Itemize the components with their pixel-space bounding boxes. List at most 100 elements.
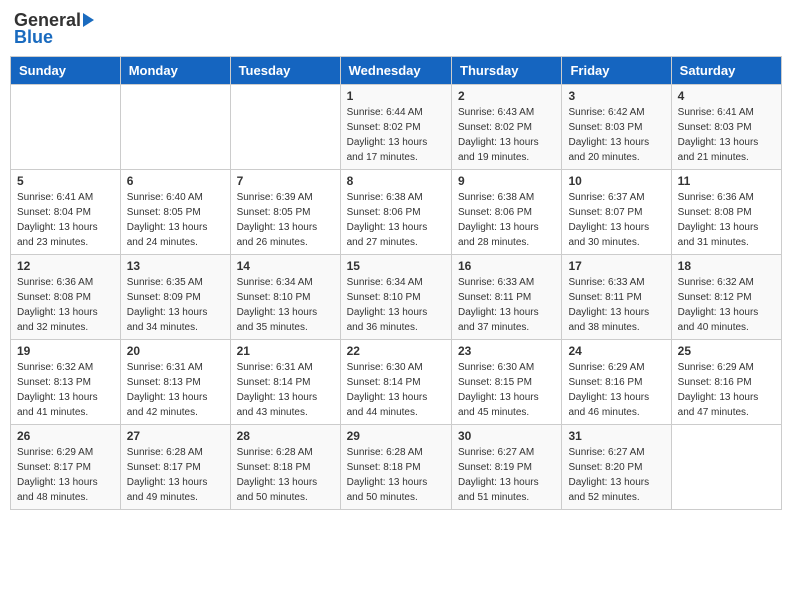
cell-date-number: 4 xyxy=(678,89,775,103)
calendar-cell: 28Sunrise: 6:28 AMSunset: 8:18 PMDayligh… xyxy=(230,425,340,510)
cell-date-number: 27 xyxy=(127,429,224,443)
cell-info: Sunrise: 6:41 AMSunset: 8:03 PMDaylight:… xyxy=(678,105,775,165)
calendar-cell xyxy=(671,425,781,510)
cell-date-number: 11 xyxy=(678,174,775,188)
cell-info: Sunrise: 6:44 AMSunset: 8:02 PMDaylight:… xyxy=(347,105,445,165)
calendar-cell: 23 Sunrise: 6:30 AMSunset: 8:15 PMDayligh… xyxy=(452,340,562,425)
cell-info: Sunrise: 6:33 AMSunset: 8:11 PMDaylight:… xyxy=(568,275,664,335)
calendar-cell: 3 Sunrise: 6:42 AMSunset: 8:03 PMDaylight… xyxy=(562,85,671,170)
day-header-saturday: Saturday xyxy=(671,57,781,85)
logo-arrow-icon xyxy=(83,13,94,27)
cell-info: Sunrise: 6:42 AMSunset: 8:03 PMDaylight:… xyxy=(568,105,664,165)
cell-date-number: 8 xyxy=(347,174,445,188)
cell-info: Sunrise: 6:29 AMSunset: 8:16 PMDaylight:… xyxy=(678,360,775,420)
cell-date-number: 24 xyxy=(568,344,664,358)
calendar-cell: 4 Sunrise: 6:41 AMSunset: 8:03 PMDaylight… xyxy=(671,85,781,170)
calendar-cell: 14 Sunrise: 6:34 AMSunset: 8:10 PMDayligh… xyxy=(230,255,340,340)
calendar-cell: 12 Sunrise: 6:36 AMSunset: 8:08 PMDayligh… xyxy=(11,255,121,340)
cell-date-number: 6 xyxy=(127,174,224,188)
cell-info: Sunrise: 6:34 AMSunset: 8:10 PMDaylight:… xyxy=(347,275,445,335)
calendar-cell: 21 Sunrise: 6:31 AMSunset: 8:14 PMDayligh… xyxy=(230,340,340,425)
calendar-header-row: SundayMondayTuesdayWednesdayThursdayFrid… xyxy=(11,57,782,85)
cell-date-number: 26 xyxy=(17,429,114,443)
calendar-cell: 13Sunrise: 6:35 AMSunset: 8:09 PMDayligh… xyxy=(120,255,230,340)
calendar-cell: 15 Sunrise: 6:34 AMSunset: 8:10 PMDayligh… xyxy=(340,255,451,340)
cell-date-number: 15 xyxy=(347,259,445,273)
calendar-cell: 18 Sunrise: 6:32 AMSunset: 8:12 PMDayligh… xyxy=(671,255,781,340)
cell-info: Sunrise: 6:38 AMSunset: 8:06 PMDaylight:… xyxy=(458,190,555,250)
cell-info: Sunrise: 6:37 AMSunset: 8:07 PMDaylight:… xyxy=(568,190,664,250)
day-header-sunday: Sunday xyxy=(11,57,121,85)
calendar-cell: 6 Sunrise: 6:40 AMSunset: 8:05 PMDaylight… xyxy=(120,170,230,255)
calendar-cell: 9 Sunrise: 6:38 AMSunset: 8:06 PMDaylight… xyxy=(452,170,562,255)
day-header-friday: Friday xyxy=(562,57,671,85)
cell-info: Sunrise: 6:27 AMSunset: 8:20 PMDaylight:… xyxy=(568,445,664,505)
cell-date-number: 31 xyxy=(568,429,664,443)
cell-info: Sunrise: 6:43 AMSunset: 8:02 PMDaylight:… xyxy=(458,105,555,165)
cell-date-number: 12 xyxy=(17,259,114,273)
logo: General Blue xyxy=(14,10,96,48)
cell-info: Sunrise: 6:31 AMSunset: 8:14 PMDaylight:… xyxy=(237,360,334,420)
calendar-cell: 26 Sunrise: 6:29 AMSunset: 8:17 PMDayligh… xyxy=(11,425,121,510)
logo-blue-text: Blue xyxy=(14,27,53,48)
cell-info: Sunrise: 6:31 AMSunset: 8:13 PMDaylight:… xyxy=(127,360,224,420)
cell-info: Sunrise: 6:34 AMSunset: 8:10 PMDaylight:… xyxy=(237,275,334,335)
calendar-cell: 1 Sunrise: 6:44 AMSunset: 8:02 PMDaylight… xyxy=(340,85,451,170)
cell-info: Sunrise: 6:30 AMSunset: 8:14 PMDaylight:… xyxy=(347,360,445,420)
calendar-cell: 17 Sunrise: 6:33 AMSunset: 8:11 PMDayligh… xyxy=(562,255,671,340)
calendar-cell: 10Sunrise: 6:37 AMSunset: 8:07 PMDayligh… xyxy=(562,170,671,255)
cell-info: Sunrise: 6:32 AMSunset: 8:12 PMDaylight:… xyxy=(678,275,775,335)
calendar-cell xyxy=(120,85,230,170)
calendar-cell: 2 Sunrise: 6:43 AMSunset: 8:02 PMDaylight… xyxy=(452,85,562,170)
cell-date-number: 1 xyxy=(347,89,445,103)
calendar-week-row: 19Sunrise: 6:32 AMSunset: 8:13 PMDayligh… xyxy=(11,340,782,425)
day-header-monday: Monday xyxy=(120,57,230,85)
day-header-thursday: Thursday xyxy=(452,57,562,85)
cell-info: Sunrise: 6:41 AMSunset: 8:04 PMDaylight:… xyxy=(17,190,114,250)
cell-date-number: 29 xyxy=(347,429,445,443)
calendar-cell: 7 Sunrise: 6:39 AMSunset: 8:05 PMDaylight… xyxy=(230,170,340,255)
cell-info: Sunrise: 6:39 AMSunset: 8:05 PMDaylight:… xyxy=(237,190,334,250)
calendar-cell: 29 Sunrise: 6:28 AMSunset: 8:18 PMDayligh… xyxy=(340,425,451,510)
day-header-tuesday: Tuesday xyxy=(230,57,340,85)
cell-date-number: 3 xyxy=(568,89,664,103)
cell-info: Sunrise: 6:36 AMSunset: 8:08 PMDaylight:… xyxy=(17,275,114,335)
cell-date-number: 16 xyxy=(458,259,555,273)
cell-date-number: 23 xyxy=(458,344,555,358)
cell-info: Sunrise: 6:30 AMSunset: 8:15 PMDaylight:… xyxy=(458,360,555,420)
cell-date-number: 9 xyxy=(458,174,555,188)
cell-info: Sunrise: 6:38 AMSunset: 8:06 PMDaylight:… xyxy=(347,190,445,250)
calendar-cell: 27 Sunrise: 6:28 AMSunset: 8:17 PMDayligh… xyxy=(120,425,230,510)
cell-info: Sunrise: 6:36 AMSunset: 8:08 PMDaylight:… xyxy=(678,190,775,250)
cell-info: Sunrise: 6:29 AMSunset: 8:17 PMDaylight:… xyxy=(17,445,114,505)
calendar-week-row: 12 Sunrise: 6:36 AMSunset: 8:08 PMDayligh… xyxy=(11,255,782,340)
cell-info: Sunrise: 6:32 AMSunset: 8:13 PMDaylight:… xyxy=(17,360,114,420)
calendar-cell: 8 Sunrise: 6:38 AMSunset: 8:06 PMDaylight… xyxy=(340,170,451,255)
calendar-cell: 31 Sunrise: 6:27 AMSunset: 8:20 PMDayligh… xyxy=(562,425,671,510)
calendar-week-row: 1 Sunrise: 6:44 AMSunset: 8:02 PMDaylight… xyxy=(11,85,782,170)
cell-info: Sunrise: 6:28 AMSunset: 8:18 PMDaylight:… xyxy=(237,445,334,505)
cell-info: Sunrise: 6:35 AMSunset: 8:09 PMDaylight:… xyxy=(127,275,224,335)
cell-date-number: 14 xyxy=(237,259,334,273)
cell-info: Sunrise: 6:28 AMSunset: 8:18 PMDaylight:… xyxy=(347,445,445,505)
calendar-cell: 5Sunrise: 6:41 AMSunset: 8:04 PMDaylight… xyxy=(11,170,121,255)
cell-info: Sunrise: 6:27 AMSunset: 8:19 PMDaylight:… xyxy=(458,445,555,505)
day-header-wednesday: Wednesday xyxy=(340,57,451,85)
calendar-cell: 24 Sunrise: 6:29 AMSunset: 8:16 PMDayligh… xyxy=(562,340,671,425)
cell-date-number: 17 xyxy=(568,259,664,273)
cell-date-number: 21 xyxy=(237,344,334,358)
cell-info: Sunrise: 6:28 AMSunset: 8:17 PMDaylight:… xyxy=(127,445,224,505)
cell-date-number: 20 xyxy=(127,344,224,358)
calendar-cell xyxy=(11,85,121,170)
calendar-cell xyxy=(230,85,340,170)
calendar-week-row: 26 Sunrise: 6:29 AMSunset: 8:17 PMDayligh… xyxy=(11,425,782,510)
calendar-cell: 20 Sunrise: 6:31 AMSunset: 8:13 PMDayligh… xyxy=(120,340,230,425)
cell-date-number: 2 xyxy=(458,89,555,103)
calendar-cell: 19Sunrise: 6:32 AMSunset: 8:13 PMDayligh… xyxy=(11,340,121,425)
cell-info: Sunrise: 6:40 AMSunset: 8:05 PMDaylight:… xyxy=(127,190,224,250)
page-header: General Blue xyxy=(10,10,782,48)
cell-date-number: 18 xyxy=(678,259,775,273)
cell-info: Sunrise: 6:29 AMSunset: 8:16 PMDaylight:… xyxy=(568,360,664,420)
calendar-cell: 25Sunrise: 6:29 AMSunset: 8:16 PMDayligh… xyxy=(671,340,781,425)
cell-date-number: 7 xyxy=(237,174,334,188)
